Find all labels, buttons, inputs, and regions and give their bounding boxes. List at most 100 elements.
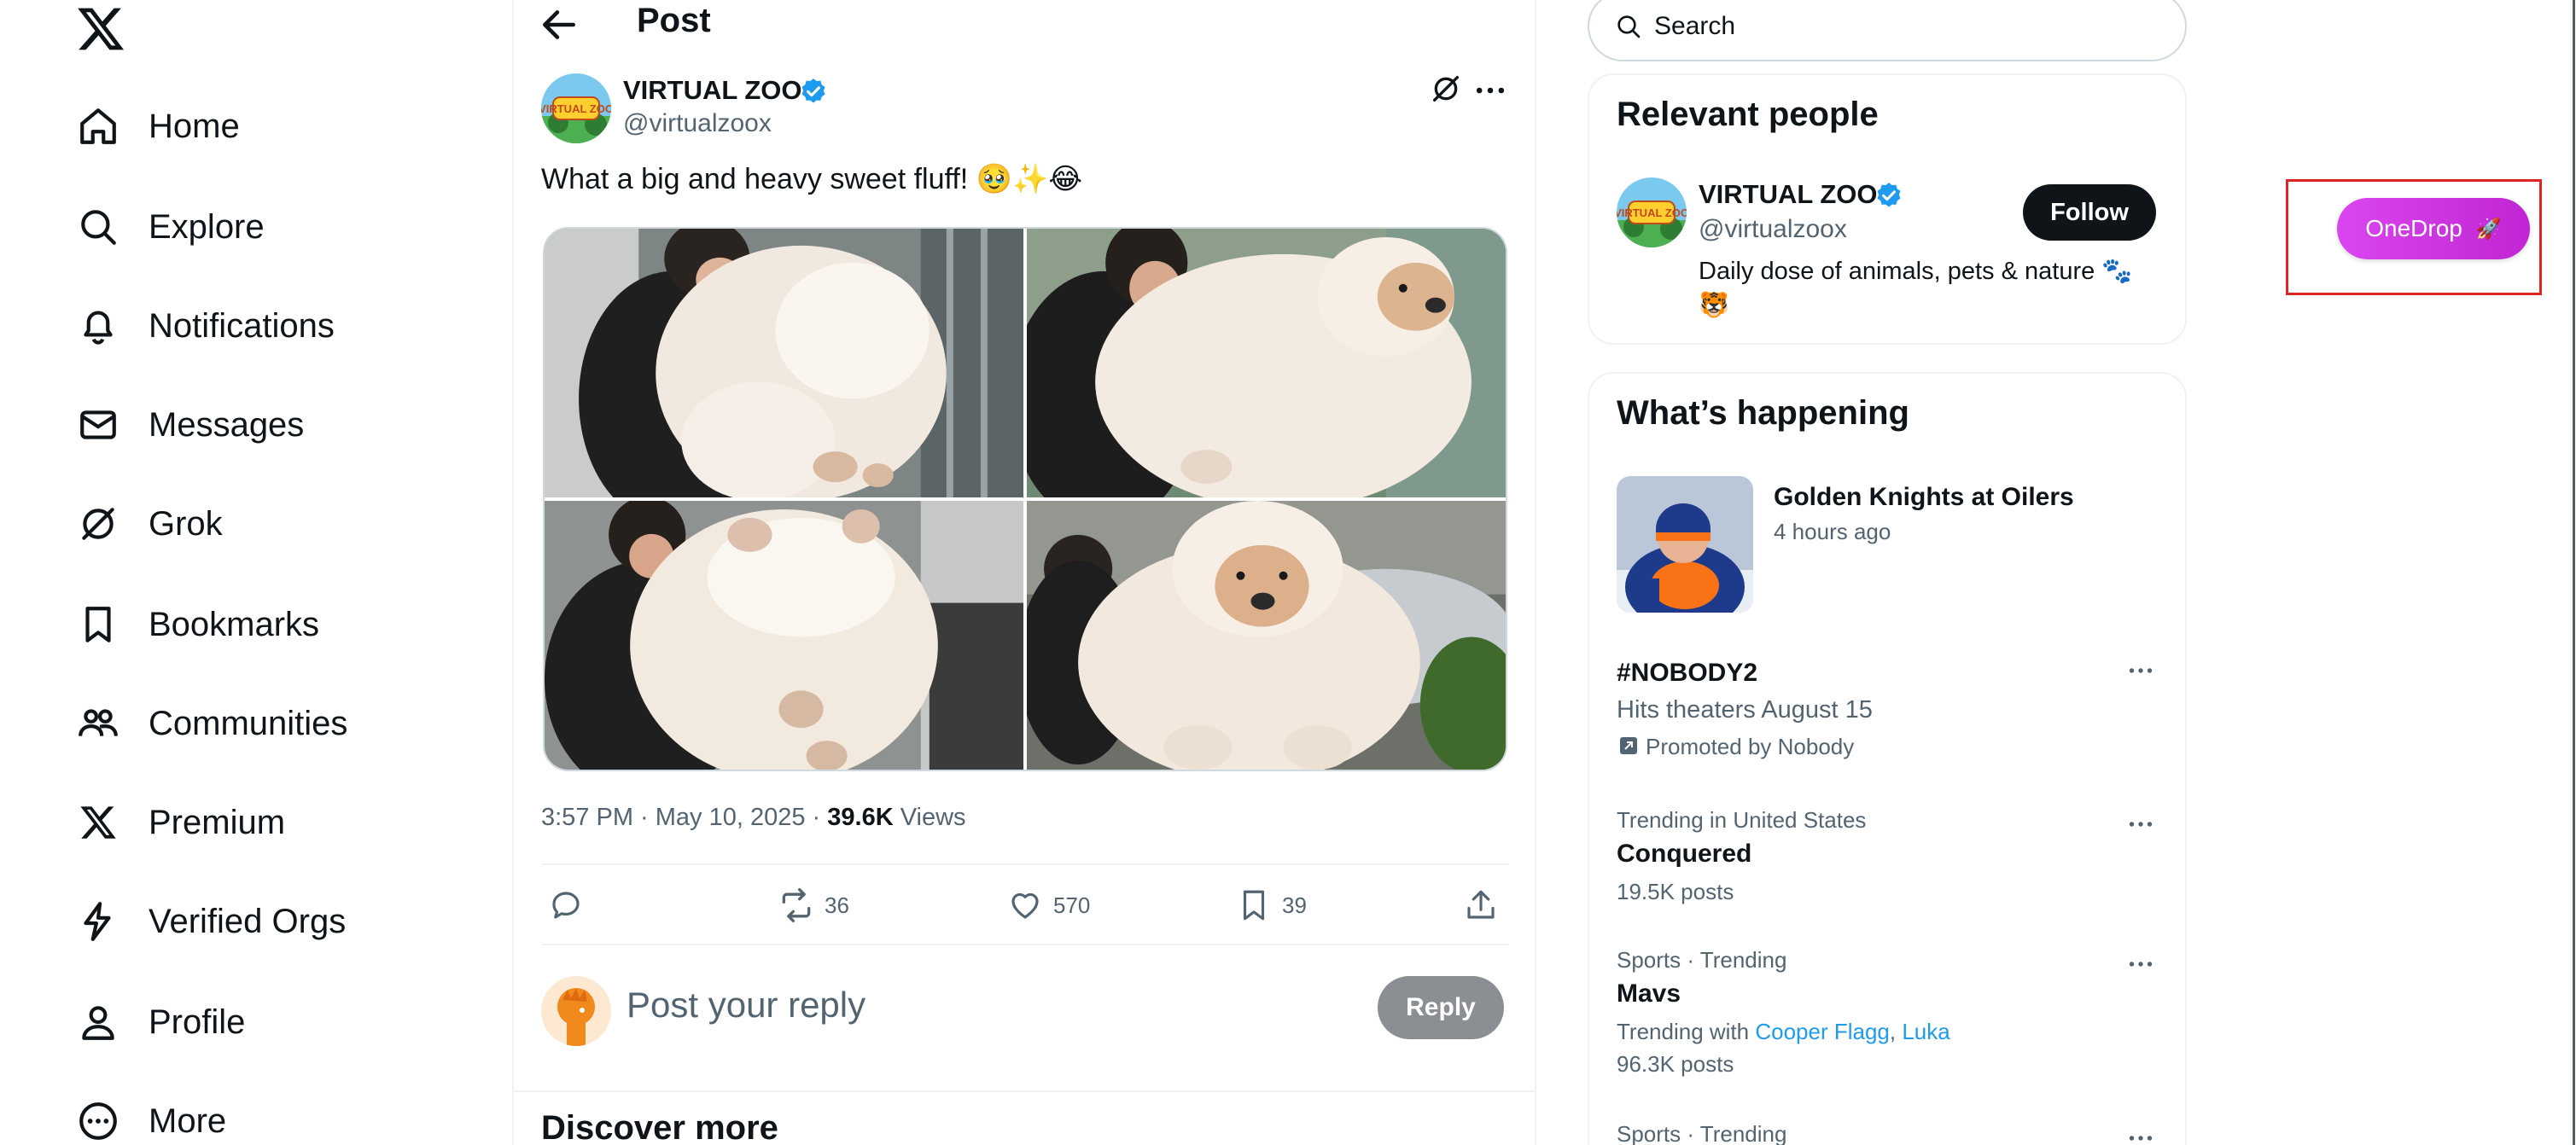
trend-posts: 19.5K posts: [1617, 879, 1734, 904]
heart-icon: [1005, 886, 1045, 925]
post-timestamp[interactable]: 3:57 PM · May 10, 2025 ·: [541, 804, 827, 831]
page-title: Post: [637, 2, 711, 39]
nav-verified-orgs[interactable]: Verified Orgs: [75, 887, 346, 956]
grok-icon: [75, 501, 121, 547]
avatar[interactable]: VIRTUAL ZOO: [541, 73, 611, 143]
post-media-grid[interactable]: [543, 227, 1507, 771]
search-icon: [1615, 13, 1642, 40]
verified-badge-icon: [799, 77, 828, 106]
reply-button[interactable]: Reply: [1378, 976, 1504, 1039]
nav-notifications[interactable]: Notifications: [75, 292, 335, 360]
event-image[interactable]: [1617, 476, 1753, 613]
whats-happening-heading: What’s happening: [1617, 394, 1909, 432]
repost-action[interactable]: 36: [777, 886, 849, 925]
trend-related-link[interactable]: Luka: [1902, 1019, 1949, 1044]
share-action[interactable]: [1461, 886, 1501, 925]
like-action[interactable]: 570: [1005, 886, 1090, 925]
search-icon: [75, 204, 121, 250]
nav-grok[interactable]: Grok: [75, 490, 223, 558]
more-circle-icon: [75, 1098, 121, 1144]
follow-button[interactable]: Follow: [2023, 184, 2156, 241]
trend-related-link[interactable]: Cooper Flagg: [1755, 1019, 1890, 1044]
post-image[interactable]: [1027, 229, 1506, 497]
post-image[interactable]: [545, 501, 1023, 770]
more-options-icon[interactable]: [2122, 652, 2159, 689]
nav-label: Profile: [149, 1003, 246, 1041]
share-icon: [1461, 886, 1501, 925]
trend-related-separator: ,: [1889, 1019, 1903, 1044]
nav-label: Home: [149, 107, 240, 145]
bookmark-action[interactable]: 39: [1234, 886, 1307, 925]
bookmark-count: 39: [1282, 892, 1307, 918]
more-options-icon[interactable]: [2122, 945, 2159, 983]
nav-label: Grok: [149, 504, 223, 543]
reply-input[interactable]: Post your reply: [627, 985, 865, 1026]
onedrop-button[interactable]: OneDrop 🚀: [2337, 198, 2530, 259]
bookmark-icon: [1234, 886, 1273, 925]
speech-bubble-icon: [546, 886, 586, 925]
grok-icon[interactable]: [1429, 72, 1466, 109]
svg-text:VIRTUAL ZOO: VIRTUAL ZOO: [1617, 206, 1687, 219]
post-image[interactable]: [1027, 501, 1506, 770]
trend-name[interactable]: Mavs: [1617, 979, 1681, 1008]
divider: [541, 863, 1509, 865]
nav-bookmarks[interactable]: Bookmarks: [75, 590, 319, 659]
post-meta: 3:57 PM · May 10, 2025 · 39.6K Views: [541, 804, 966, 832]
views-label: Views: [893, 804, 966, 831]
back-arrow-icon[interactable]: [538, 3, 580, 46]
trend-posts: 96.3K posts: [1617, 1051, 1734, 1077]
nav-label: Premium: [149, 803, 286, 841]
communities-icon: [75, 700, 121, 747]
x-logo-icon[interactable]: [75, 3, 126, 55]
home-icon: [75, 103, 121, 149]
relevant-people-heading: Relevant people: [1617, 96, 1879, 133]
relevant-person-bio: Daily dose of animals, pets & nature 🐾🐯: [1699, 258, 2133, 319]
search-input[interactable]: [1654, 12, 2166, 41]
person-icon: [75, 999, 121, 1045]
nav-label: More: [149, 1101, 227, 1140]
relevant-person-handle[interactable]: @virtualzoox: [1699, 215, 1847, 244]
nav-label: Verified Orgs: [149, 902, 347, 940]
event-title[interactable]: Golden Knights at Oilers: [1774, 483, 2074, 512]
nav-explore[interactable]: Explore: [75, 193, 265, 261]
more-options-icon[interactable]: [2122, 805, 2159, 843]
post-text: What a big and heavy sweet fluff! 🥹✨😂: [541, 163, 1083, 195]
more-options-icon[interactable]: [2122, 1119, 2159, 1145]
avatar[interactable]: VIRTUAL ZOO: [1617, 177, 1687, 247]
nav-home[interactable]: Home: [75, 92, 240, 160]
event-time: 4 hours ago: [1774, 519, 1891, 544]
trend-context: Trending in United States: [1617, 807, 1867, 833]
nav-label: Explore: [149, 207, 265, 246]
more-options-icon[interactable]: [1472, 72, 1512, 109]
trend-name[interactable]: Conquered: [1617, 840, 1751, 869]
promoted-by: Promoted by Nobody: [1646, 734, 1855, 759]
nav-messages[interactable]: Messages: [75, 391, 304, 459]
svg-text:VIRTUAL ZOO: VIRTUAL ZOO: [541, 102, 611, 115]
bookmark-icon: [75, 602, 121, 648]
column-divider: [512, 0, 514, 1145]
like-count: 570: [1053, 892, 1091, 918]
author-handle[interactable]: @virtualzoox: [623, 109, 772, 138]
promoted-trend-name[interactable]: #NOBODY2: [1617, 659, 1757, 688]
post-image[interactable]: [545, 229, 1023, 497]
nav-communities[interactable]: Communities: [75, 689, 347, 758]
avatar[interactable]: [541, 976, 611, 1046]
nav-label: Communities: [149, 704, 348, 742]
nav-label: Messages: [149, 405, 305, 444]
promoted-trend-description: Hits theaters August 15: [1617, 696, 1873, 724]
viewport-edge: [2573, 0, 2575, 1145]
divider: [541, 944, 1509, 945]
trend-related-prefix: Trending with: [1617, 1019, 1756, 1044]
author-name[interactable]: VIRTUAL ZOO: [623, 75, 802, 106]
nav-profile[interactable]: Profile: [75, 988, 245, 1056]
relevant-person-name[interactable]: VIRTUAL ZOO: [1699, 179, 1878, 210]
repost-count: 36: [825, 892, 849, 918]
rocket-icon: 🚀: [2475, 217, 2502, 241]
nav-more[interactable]: More: [75, 1087, 226, 1145]
promoted-icon: [1618, 735, 1639, 756]
reply-action[interactable]: [546, 886, 586, 925]
nav-premium[interactable]: Premium: [75, 788, 285, 857]
search-field[interactable]: [1588, 0, 2187, 61]
views-count: 39.6K: [827, 804, 894, 831]
discover-more-heading: Discover more: [541, 1109, 778, 1145]
